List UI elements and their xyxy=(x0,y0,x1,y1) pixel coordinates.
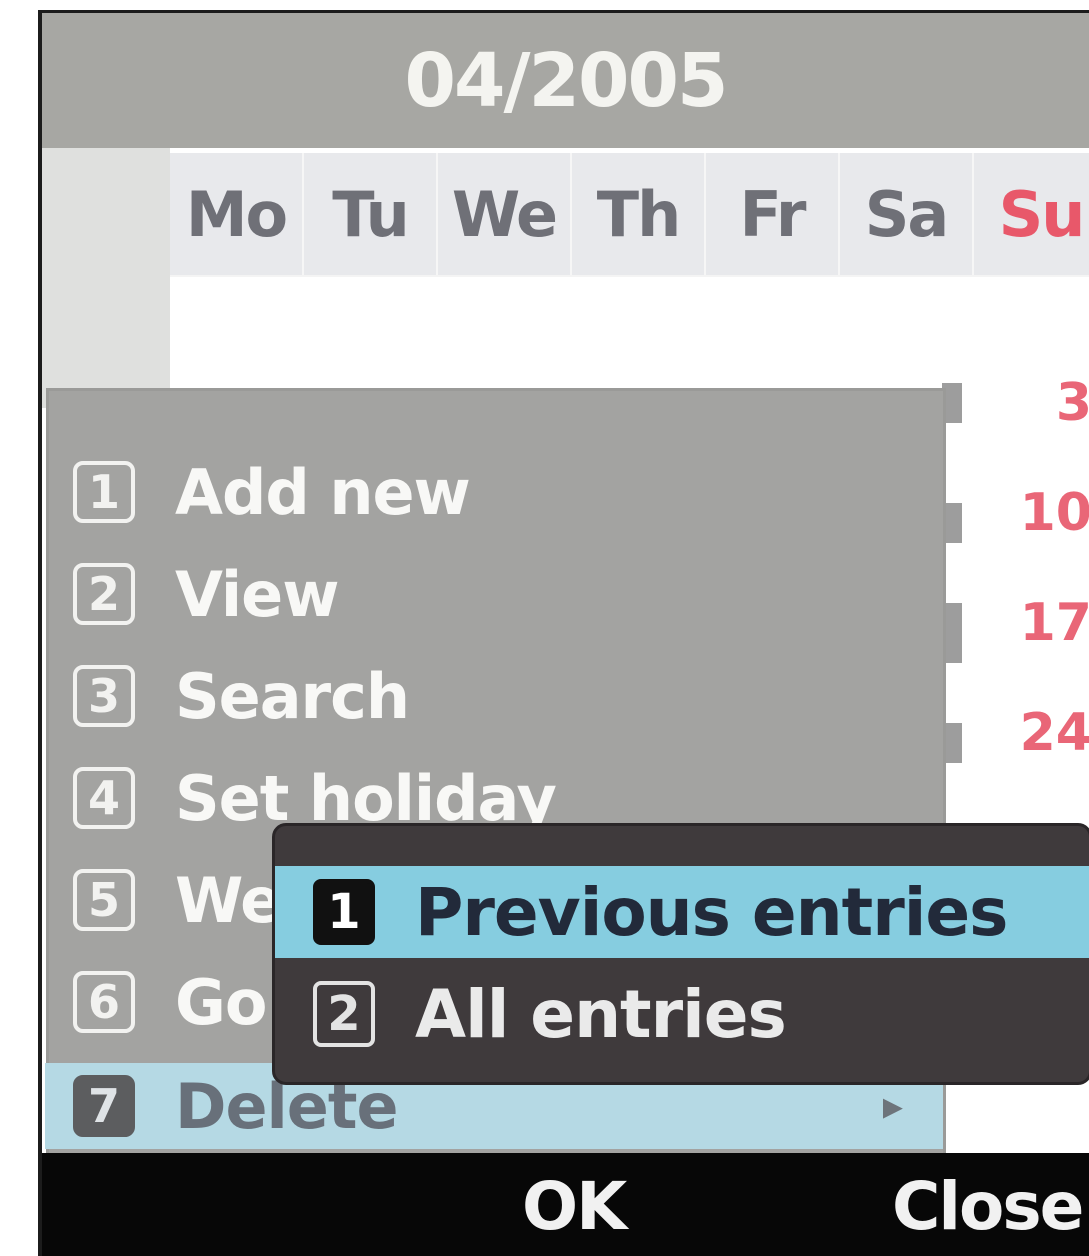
weekday-saturday: Sa xyxy=(840,153,974,275)
week-number-column xyxy=(42,148,170,408)
date-cell[interactable]: 17 xyxy=(1002,593,1089,653)
date-cell[interactable]: 10 xyxy=(1002,483,1089,543)
date-cell[interactable]: 24 xyxy=(1002,703,1089,763)
submenu-arrow-icon: ▸ xyxy=(882,1083,903,1129)
ok-softkey[interactable]: OK xyxy=(522,1153,627,1256)
menu-item-number: 3 xyxy=(73,665,135,727)
menu-item-number: 6 xyxy=(73,971,135,1033)
weekday-thursday: Th xyxy=(572,153,706,275)
menu-item-label: View xyxy=(175,557,339,631)
menu-item-label: Go xyxy=(175,965,267,1039)
menu-item-label: We xyxy=(175,863,282,937)
menu-item-number: 4 xyxy=(73,767,135,829)
weekday-wednesday: We xyxy=(438,153,572,275)
submenu-item-label: Previous entries xyxy=(415,873,1008,951)
menu-item-number: 1 xyxy=(73,461,135,523)
menu-item-add-new[interactable]: 1 Add new xyxy=(73,449,953,535)
weekday-tuesday: Tu xyxy=(304,153,438,275)
close-softkey[interactable]: Close xyxy=(892,1153,1084,1256)
menu-item-number: 5 xyxy=(73,869,135,931)
menu-item-view[interactable]: 2 View xyxy=(73,551,953,637)
weekday-sunday: Su xyxy=(998,177,1086,251)
calendar-title-bar: 04/2005 xyxy=(42,13,1089,148)
menu-item-number: 7 xyxy=(73,1075,135,1137)
menu-item-number: 2 xyxy=(73,563,135,625)
weekday-friday: Fr xyxy=(706,153,840,275)
submenu-item-previous-entries[interactable]: 1 Previous entries xyxy=(275,866,1089,958)
softkey-bar: OK Close xyxy=(42,1153,1089,1256)
weekday-monday: Mo xyxy=(170,153,304,275)
menu-item-label: Search xyxy=(175,659,410,733)
weekday-header-row: Mo Tu We Th Fr Sa Su xyxy=(170,153,1089,277)
submenu-item-all-entries[interactable]: 2 All entries xyxy=(275,968,1089,1060)
menu-item-label: Add new xyxy=(175,455,471,529)
submenu-item-label: All entries xyxy=(415,975,787,1053)
date-cell[interactable]: 3 xyxy=(1002,373,1089,433)
menu-item-search[interactable]: 3 Search xyxy=(73,653,953,739)
submenu-item-number: 2 xyxy=(313,981,375,1047)
month-year-title: 04/2005 xyxy=(404,37,729,124)
delete-submenu: 1 Previous entries 2 All entries xyxy=(272,823,1089,1085)
phone-screen: 04/2005 Mo Tu We Th Fr Sa Su 3 10 17 24 … xyxy=(38,10,1089,1256)
submenu-item-number: 1 xyxy=(313,879,375,945)
